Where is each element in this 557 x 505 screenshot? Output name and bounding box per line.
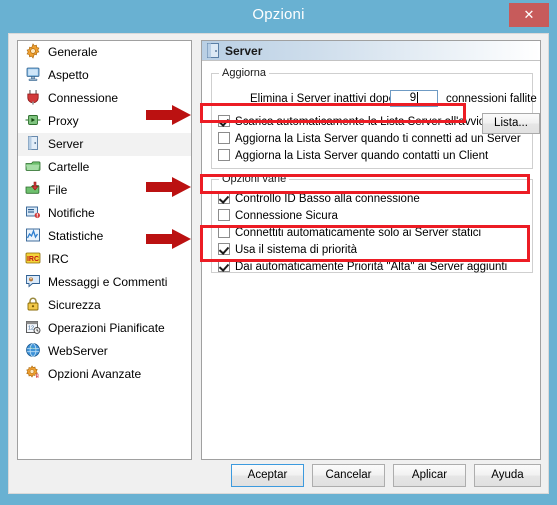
checkbox-row[interactable]: Dai automaticamente Priorità "Alta" ai S… <box>218 260 507 275</box>
sidebar-item-operazioni-pianificate[interactable]: 12 Operazioni Pianificate <box>18 317 191 340</box>
checkbox-label: Connessione Sicura <box>235 210 338 222</box>
sidebar-item-irc[interactable]: IRC IRC <box>18 248 191 271</box>
accept-button[interactable]: Aceptar <box>231 464 304 487</box>
text-caret <box>417 92 419 103</box>
sidebar-item-label: Messaggi e Commenti <box>48 275 168 289</box>
sidebar-item-label: Proxy <box>48 114 79 128</box>
sidebar-item-label: Sicurezza <box>48 298 101 312</box>
server-icon <box>25 135 43 151</box>
plug-icon <box>25 89 43 105</box>
sidebar-item-label: Connessione <box>48 91 119 105</box>
gear-icon <box>25 43 43 59</box>
server-icon <box>207 43 219 58</box>
checkbox-icon[interactable] <box>218 192 230 204</box>
dialog-client-area: Generale Aspetto Connessione Proxy Server Car… <box>8 33 549 494</box>
help-button[interactable]: Ayuda <box>474 464 541 487</box>
proxy-icon <box>25 112 43 128</box>
checkbox-label: Aggiorna la Lista Server quando ti conne… <box>235 133 521 145</box>
checkbox-row[interactable]: Connettiti automaticamente solo ai Serve… <box>218 226 481 241</box>
checkbox-icon[interactable] <box>218 226 230 238</box>
panel-title: Server <box>225 44 263 58</box>
checkbox-icon[interactable] <box>218 209 230 221</box>
checkbox-row[interactable]: Aggiorna la Lista Server quando contatti… <box>218 149 488 164</box>
sidebar-item-label: Statistiche <box>48 229 104 243</box>
sidebar-item-label: Cartelle <box>48 160 90 174</box>
globe-icon <box>25 342 43 358</box>
checkbox-row[interactable]: Scarica automaticamente la Lista Server … <box>218 115 485 130</box>
sidebar-item-aspetto[interactable]: Aspetto <box>18 64 191 87</box>
checkbox-row[interactable]: Aggiorna la Lista Server quando ti conne… <box>218 132 521 147</box>
group-opzioni-varie: Opzioni varie Controllo ID Basso alla co… <box>211 173 533 275</box>
settings-detail-panel: Server Aggiorna Elimina i Server inattiv… <box>201 40 541 460</box>
checkbox-label: Aggiorna la Lista Server quando contatti… <box>235 150 489 162</box>
checkbox-row[interactable]: Usa il sistema di priorità <box>218 243 357 258</box>
sidebar-item-label: Generale <box>48 45 98 59</box>
settings-category-list[interactable]: Generale Aspetto Connessione Proxy Server Car… <box>17 40 192 460</box>
checkbox-label: Usa il sistema di priorità <box>235 244 358 256</box>
checkbox-icon[interactable] <box>218 260 230 272</box>
monitor-icon <box>25 66 43 82</box>
checkbox-icon[interactable] <box>218 243 230 255</box>
sidebar-item-proxy[interactable]: Proxy <box>18 110 191 133</box>
sidebar-item-file[interactable]: File <box>18 179 191 202</box>
sidebar-item-webserver[interactable]: WebServer <box>18 340 191 363</box>
group-aggiorna-legend: Aggiorna <box>219 67 270 79</box>
elimina-server-label: Elimina i Server inattivi dopo <box>250 93 396 105</box>
file-download-icon <box>25 181 43 197</box>
inactive-connections-value: 9 <box>409 92 417 104</box>
close-icon[interactable]: ✕ <box>509 3 549 27</box>
checkbox-icon[interactable] <box>218 132 230 144</box>
sidebar-item-label: Opzioni Avanzate <box>48 367 142 381</box>
sidebar-item-label: Server <box>48 137 84 151</box>
sidebar-item-label: WebServer <box>48 344 108 358</box>
sidebar-item-label: IRC <box>48 252 69 266</box>
panel-header: Server <box>202 41 540 61</box>
options-dialog-window: Opzioni ✕ Generale Aspetto Connessione Prox… <box>0 0 557 505</box>
group-varie-legend: Opzioni varie <box>219 173 290 185</box>
sidebar-item-server[interactable]: Server <box>18 133 191 156</box>
checkbox-row[interactable]: Controllo ID Basso alla connessione <box>218 192 420 207</box>
sidebar-item-statistiche[interactable]: Statistiche <box>18 225 191 248</box>
lista-button[interactable]: Lista... <box>482 113 540 134</box>
folder-icon <box>25 158 43 174</box>
window-title: Opzioni <box>252 6 305 23</box>
cancel-button[interactable]: Cancelar <box>312 464 385 487</box>
message-icon <box>25 273 43 289</box>
inactive-connections-input[interactable]: 9 <box>390 90 438 107</box>
lock-icon <box>25 296 43 312</box>
checkbox-label: Scarica automaticamente la Lista Server … <box>235 116 486 128</box>
checkbox-icon[interactable] <box>218 115 230 127</box>
apply-button[interactable]: Aplicar <box>393 464 466 487</box>
advanced-gear-icon <box>25 365 43 381</box>
sidebar-item-messaggi-e-commenti[interactable]: Messaggi e Commenti <box>18 271 191 294</box>
group-aggiorna: Aggiorna Elimina i Server inattivi dopo … <box>211 67 540 169</box>
svg-text:IRC: IRC <box>27 256 39 263</box>
sidebar-item-label: Notifiche <box>48 206 95 220</box>
connessioni-fallite-label: connessioni fallite <box>446 93 537 105</box>
dialog-button-bar: Aceptar Cancelar Aplicar Ayuda <box>9 460 548 493</box>
checkbox-row[interactable]: Connessione Sicura <box>218 209 338 224</box>
sidebar-item-cartelle[interactable]: Cartelle <box>18 156 191 179</box>
statistics-icon <box>25 227 43 243</box>
checkbox-label: Connettiti automaticamente solo ai Serve… <box>235 227 482 239</box>
checkbox-icon[interactable] <box>218 149 230 161</box>
sidebar-item-notifiche[interactable]: Notifiche <box>18 202 191 225</box>
sidebar-item-label: Aspetto <box>48 68 89 82</box>
calendar-clock-icon: 12 <box>25 319 43 335</box>
title-bar: Opzioni ✕ <box>0 0 557 33</box>
sidebar-item-generale[interactable]: Generale <box>18 41 191 64</box>
sidebar-item-opzioni-avanzate[interactable]: Opzioni Avanzate <box>18 363 191 386</box>
svg-text:12: 12 <box>28 326 34 332</box>
sidebar-item-sicurezza[interactable]: Sicurezza <box>18 294 191 317</box>
irc-icon: IRC <box>25 250 43 266</box>
sidebar-item-label: File <box>48 183 68 197</box>
notification-icon <box>25 204 43 220</box>
checkbox-label: Controllo ID Basso alla connessione <box>235 193 420 205</box>
sidebar-item-connessione[interactable]: Connessione <box>18 87 191 110</box>
checkbox-label: Dai automaticamente Priorità "Alta" ai S… <box>235 261 508 273</box>
sidebar-item-label: Operazioni Pianificate <box>48 321 165 335</box>
